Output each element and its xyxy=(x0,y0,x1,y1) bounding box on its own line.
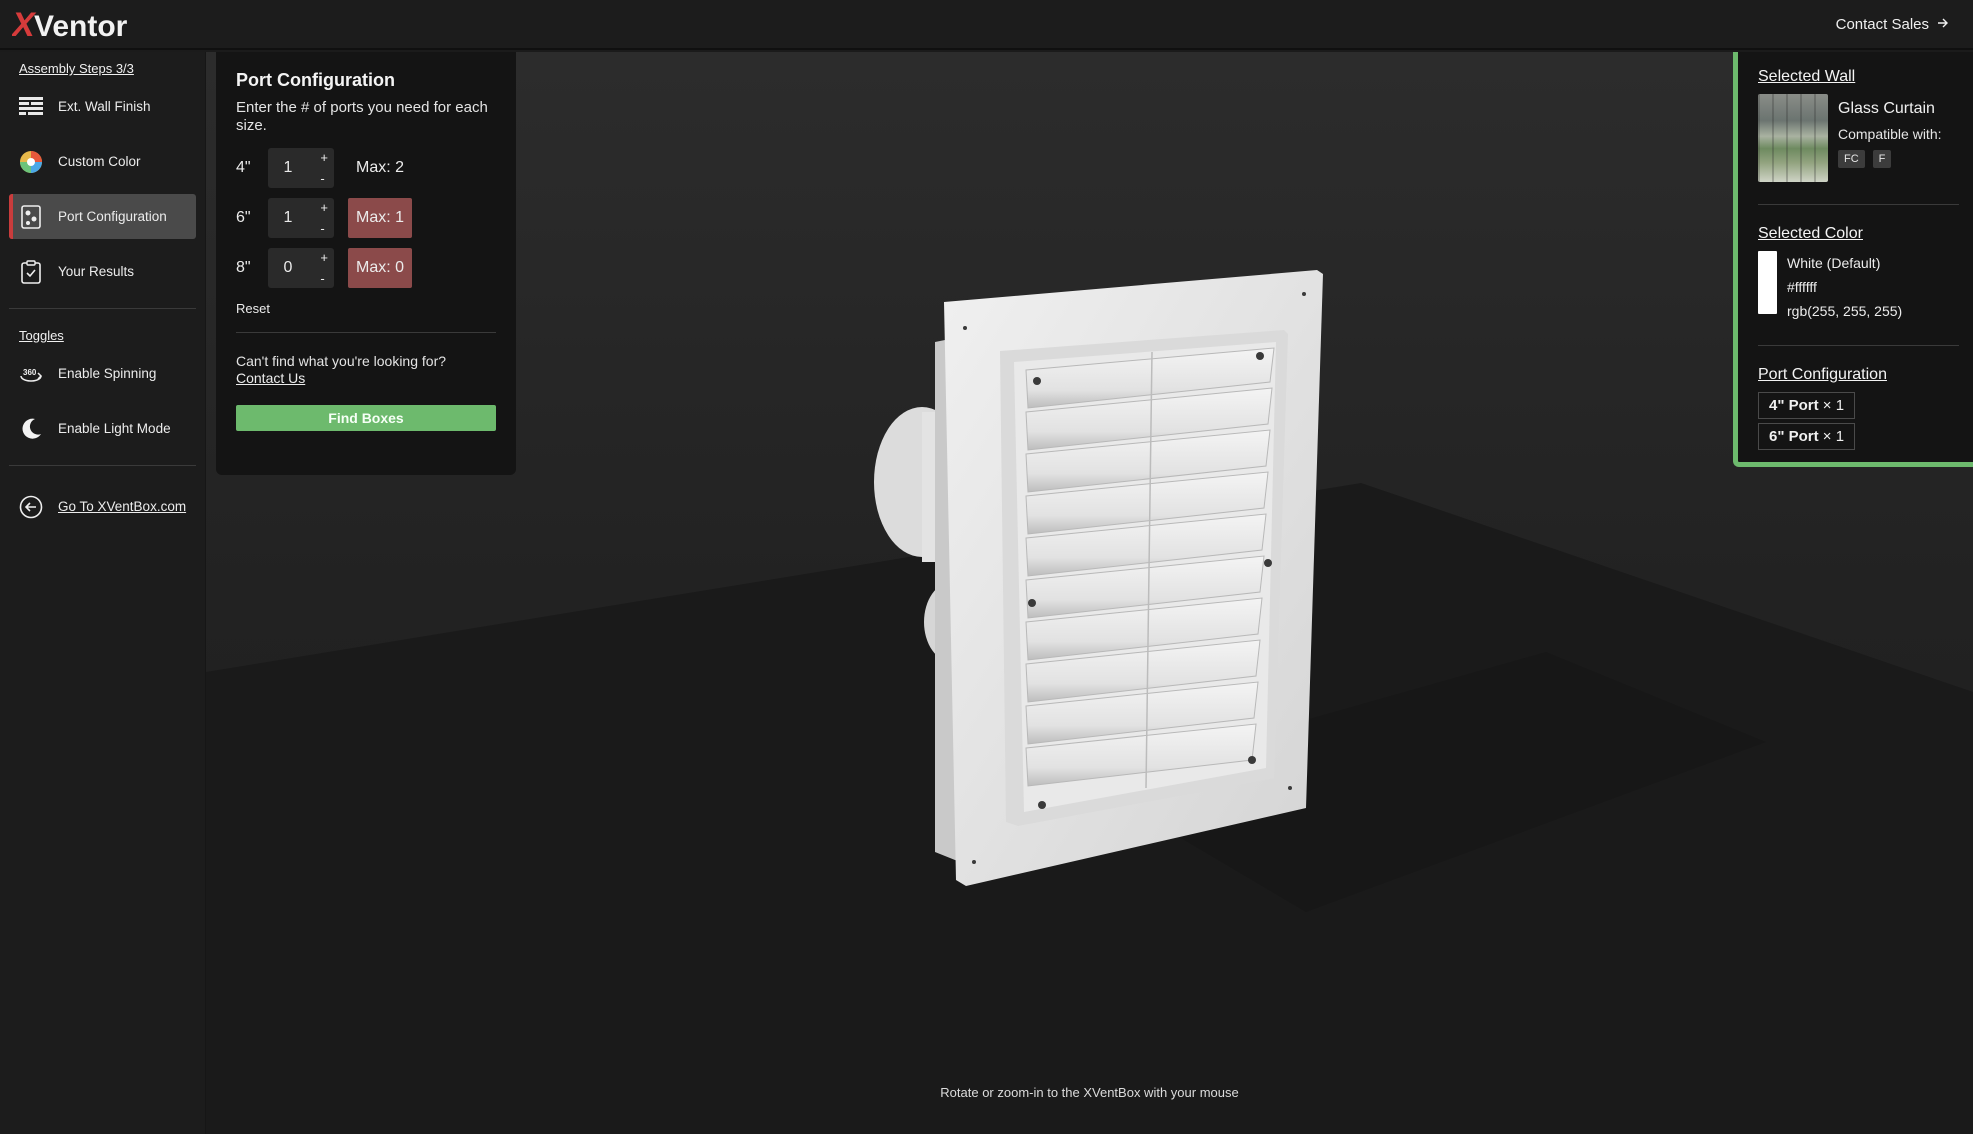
sidebar-divider xyxy=(9,308,196,309)
compat-badge: F xyxy=(1872,150,1892,168)
compatible-label: Compatible with: xyxy=(1838,126,1942,142)
sidebar-item-label: Port Configuration xyxy=(58,209,167,224)
port-configuration-title[interactable]: Port Configuration xyxy=(1758,366,1959,384)
port-row-6in: 6" 1 + - Max: 1 xyxy=(236,197,496,239)
wall-thumbnail xyxy=(1758,94,1828,182)
go-to-xventbox-link[interactable]: Go To XVentBox.com xyxy=(9,484,196,529)
selected-wall: Glass Curtain Compatible with: FC F xyxy=(1758,94,1959,182)
increment-button[interactable]: + xyxy=(320,200,328,215)
color-rgb: rgb(255, 255, 255) xyxy=(1787,303,1903,319)
logo-mark-icon: X Ventor xyxy=(12,6,128,42)
decrement-button[interactable]: - xyxy=(320,171,328,186)
port-row-4in: 4" 1 + - Max: 2 xyxy=(236,147,496,189)
contact-sales-label: Contact Sales xyxy=(1835,15,1929,33)
port-list: 4" Port × 1 6" Port × 1 xyxy=(1758,392,1959,450)
color-swatch xyxy=(1758,251,1777,314)
brick-wall-icon xyxy=(18,94,44,120)
port-6in-value[interactable]: 1 xyxy=(268,209,308,227)
port-4in-max: Max: 2 xyxy=(356,159,405,176)
moon-icon xyxy=(18,416,44,442)
port-4in-value[interactable]: 1 xyxy=(268,159,308,177)
xventor-logo[interactable]: X Ventor xyxy=(12,4,152,44)
compat-badge: FC xyxy=(1838,150,1865,168)
port-row-8in: 8" 0 + - Max: 0 xyxy=(236,247,496,289)
top-bar: X Ventor Contact Sales xyxy=(0,0,1973,50)
toggle-label: Enable Spinning xyxy=(58,366,157,381)
port-6in-stepper[interactable]: 1 + - xyxy=(268,198,334,238)
panel-title: Port Configuration xyxy=(236,70,395,90)
viewport-hint: Rotate or zoom-in to the XVentBox with y… xyxy=(940,1085,1239,1100)
svg-text:Ventor: Ventor xyxy=(34,10,128,42)
summary-divider xyxy=(1758,345,1959,346)
sidebar-item-port-configuration[interactable]: Port Configuration xyxy=(9,194,196,239)
panel-divider xyxy=(236,332,496,333)
port-4in-stepper[interactable]: 1 + - xyxy=(268,148,334,188)
sidebar-item-your-results[interactable]: Your Results xyxy=(9,249,196,294)
sidebar-item-ext-wall-finish[interactable]: Ext. Wall Finish xyxy=(9,84,196,129)
reset-button[interactable]: Reset xyxy=(236,301,496,316)
port-chip-qty: × 1 xyxy=(1818,428,1845,445)
color-wheel-icon xyxy=(18,149,44,175)
port-chip-label: 6" Port xyxy=(1769,428,1819,445)
cant-find-label: Can't find what you're looking for? xyxy=(236,353,447,369)
contact-sales-link[interactable]: Contact Sales xyxy=(1836,16,1949,33)
contact-us-link[interactable]: Contact Us xyxy=(236,370,305,386)
svg-text:360: 360 xyxy=(23,368,37,377)
sidebar-item-label: Your Results xyxy=(58,264,135,279)
summary-divider xyxy=(1758,204,1959,205)
port-8in-value[interactable]: 0 xyxy=(268,259,308,277)
port-8in-max: Max: 0 xyxy=(348,248,413,288)
port-configuration-panel: Port Configuration Enter the # of ports … xyxy=(216,52,516,475)
panel-description: Enter the # of ports you need for each s… xyxy=(236,99,488,134)
port-chip: 6" Port × 1 xyxy=(1758,423,1856,450)
decrement-button[interactable]: - xyxy=(320,221,328,236)
sidebar-item-label: Ext. Wall Finish xyxy=(58,99,151,114)
increment-button[interactable]: + xyxy=(320,250,328,265)
sidebar: Assembly Steps 3/3 Ext. Wall Finish Cust… xyxy=(0,52,206,1134)
toggle-enable-light-mode[interactable]: Enable Light Mode xyxy=(9,406,196,451)
assembly-steps-title[interactable]: Assembly Steps 3/3 xyxy=(9,60,196,78)
port-6in-max: Max: 1 xyxy=(348,198,413,238)
cant-find-text: Can't find what you're looking for? Cont… xyxy=(236,353,496,387)
selected-wall-title[interactable]: Selected Wall xyxy=(1758,68,1959,86)
selection-summary-panel: Selected Wall Glass Curtain Compatible w… xyxy=(1733,52,1973,467)
sidebar-item-custom-color[interactable]: Custom Color xyxy=(9,139,196,184)
port-size-label: 4" xyxy=(236,159,251,176)
sidebar-divider xyxy=(9,465,196,466)
clipboard-icon xyxy=(18,259,44,285)
color-hex: #ffffff xyxy=(1787,279,1817,295)
toggle-label: Enable Light Mode xyxy=(58,421,171,436)
go-to-xventbox-label[interactable]: Go To XVentBox.com xyxy=(58,499,186,514)
arrow-left-circle-icon xyxy=(18,494,44,520)
find-boxes-button[interactable]: Find Boxes xyxy=(236,405,496,431)
wall-name: Glass Curtain xyxy=(1838,100,1935,117)
selected-color-title[interactable]: Selected Color xyxy=(1758,225,1959,243)
sidebar-item-label: Custom Color xyxy=(58,154,141,169)
arrow-right-icon xyxy=(1937,16,1949,33)
port-chip-qty: × 1 xyxy=(1818,397,1845,414)
port-chip: 4" Port × 1 xyxy=(1758,392,1856,419)
decrement-button[interactable]: - xyxy=(320,271,328,286)
increment-button[interactable]: + xyxy=(320,150,328,165)
port-size-label: 6" xyxy=(236,209,251,226)
selected-color: White (Default) #ffffff rgb(255, 255, 25… xyxy=(1758,251,1959,323)
toggles-title: Toggles xyxy=(19,328,64,343)
spin-360-icon: 360 xyxy=(18,361,44,387)
port-size-label: 8" xyxy=(236,259,251,276)
port-chip-label: 4" Port xyxy=(1769,397,1819,414)
color-name: White (Default) xyxy=(1787,255,1881,271)
toggle-enable-spinning[interactable]: 360 Enable Spinning xyxy=(9,351,196,396)
port-config-icon xyxy=(18,204,44,230)
port-8in-stepper[interactable]: 0 + - xyxy=(268,248,334,288)
